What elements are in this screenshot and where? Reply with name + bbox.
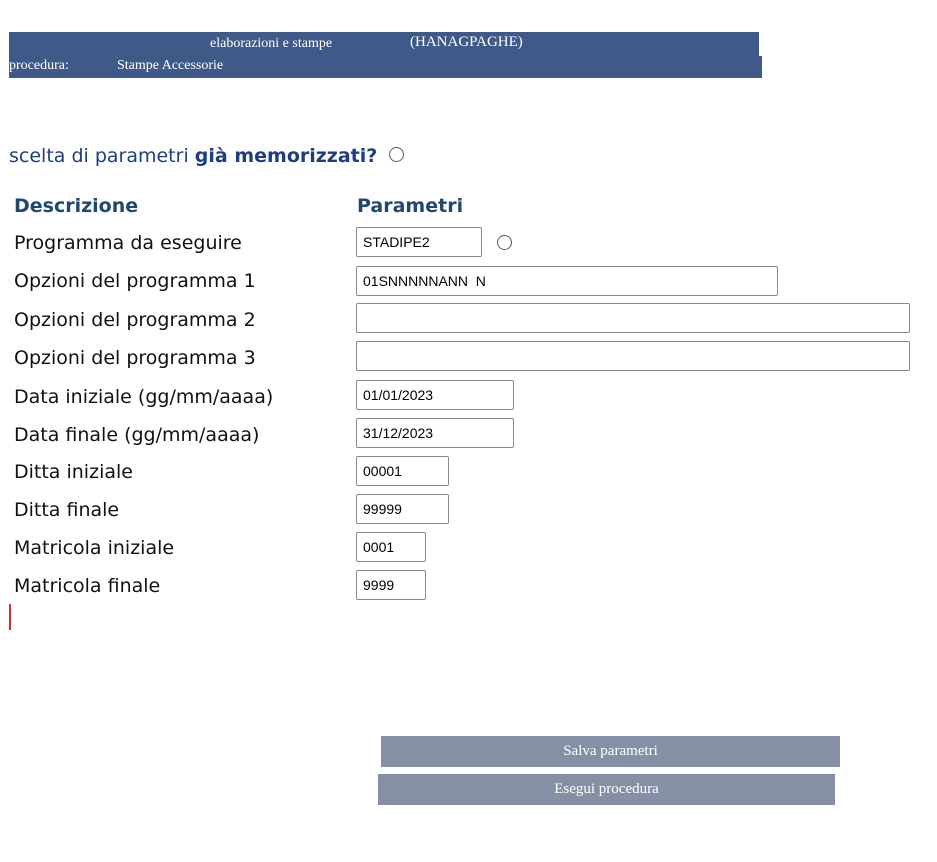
program-input[interactable] [356, 227, 482, 257]
options1-input[interactable] [356, 266, 778, 296]
procedure-value: Stampe Accessorie [117, 58, 224, 73]
start-company-input[interactable] [356, 456, 449, 486]
options3-input[interactable] [356, 341, 910, 371]
saved-params-radio[interactable] [389, 147, 405, 162]
parameters-heading: Parametri [357, 195, 464, 217]
save-params-button[interactable]: Salva parametri [381, 736, 840, 767]
question-emphasis: già memorizzati? [194, 145, 378, 167]
program-radio[interactable] [497, 235, 512, 250]
procedure-bar: procedura: Stampe Accessorie [9, 56, 762, 78]
header-bar: elaborazioni e stampe (HANAGPAGHE) [9, 32, 759, 56]
options1-label: Opzioni del programma 1 [14, 270, 256, 292]
header-code: (HANAGPAGHE) [410, 34, 523, 50]
end-id-input[interactable] [356, 570, 426, 600]
start-id-label: Matricola iniziale [14, 537, 175, 559]
run-procedure-button[interactable]: Esegui procedura [378, 774, 835, 805]
start-date-input[interactable] [356, 380, 514, 410]
start-company-label: Ditta iniziale [14, 461, 133, 483]
saved-params-question: scelta di parametri già memorizzati? [9, 145, 405, 167]
description-heading: Descrizione [14, 195, 139, 217]
start-id-input[interactable] [356, 532, 426, 562]
end-company-label: Ditta finale [14, 499, 120, 521]
header-title: elaborazioni e stampe [210, 36, 333, 51]
end-company-input[interactable] [356, 494, 449, 524]
options2-label: Opzioni del programma 2 [14, 309, 256, 331]
program-label: Programma da eseguire [14, 232, 242, 254]
question-prefix: scelta di parametri [9, 145, 189, 167]
end-date-label: Data finale (gg/mm/aaaa) [14, 424, 260, 446]
options3-label: Opzioni del programma 3 [14, 347, 256, 369]
procedure-label: procedura: [9, 58, 69, 73]
end-id-label: Matricola finale [14, 575, 161, 597]
options2-input[interactable] [356, 303, 910, 333]
start-date-label: Data iniziale (gg/mm/aaaa) [14, 386, 274, 408]
error-marker [9, 604, 11, 630]
end-date-input[interactable] [356, 418, 514, 448]
